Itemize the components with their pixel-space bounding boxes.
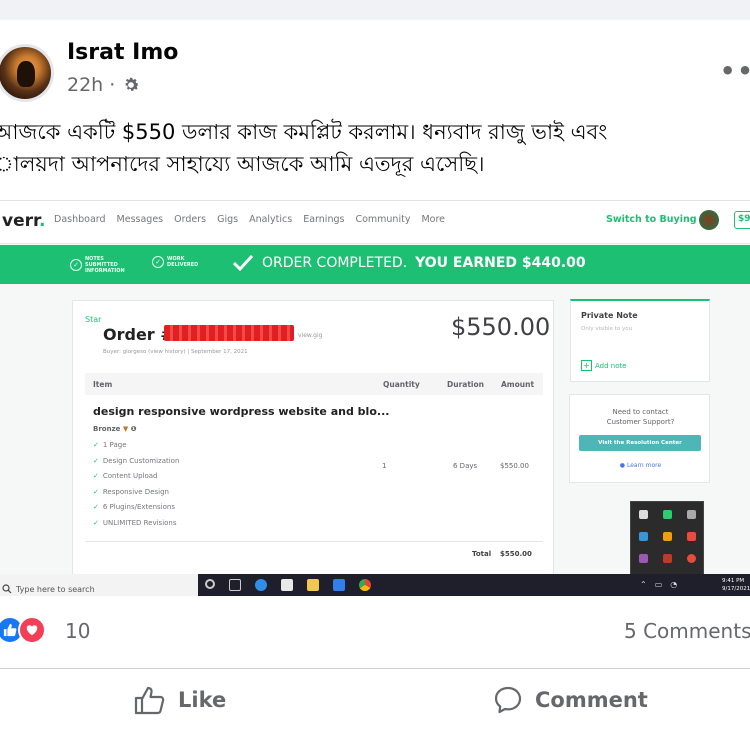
nav-link: Community	[355, 214, 411, 225]
balance-badge: $9	[734, 211, 750, 229]
note-subtitle: Only visible to you	[581, 326, 633, 332]
list-item: ✓ 6 Plugins/Extensions	[93, 503, 175, 512]
taskbar-clock: 9:41 PM 9/17/2021	[722, 578, 750, 592]
add-note-link: + Add note	[581, 360, 627, 371]
private-note-card: Private Note Only visible to you + Add no…	[570, 299, 710, 382]
comment-label: Comment	[535, 688, 648, 712]
mail-icon	[333, 579, 345, 591]
author-avatar[interactable]	[0, 44, 54, 102]
check-circle-icon: ✓	[70, 259, 82, 271]
nav-link: Dashboard	[54, 214, 106, 225]
post-meta: 22h ·	[67, 74, 141, 96]
windows-taskbar: Type here to search ⌃ ▭ ◔ 9:41 PM 9/17/202…	[0, 574, 750, 596]
fiverr-logo: verr.	[2, 211, 46, 231]
nav-link: Messages	[116, 214, 164, 225]
order-completed-banner: ✓ NOTES SUBMITTED INFORMATION ✓ WORK DEL…	[0, 245, 750, 284]
feature-list: ✓ 1 Page ✓ Design Customization ✓ Content U…	[93, 441, 179, 535]
nav-link: More	[421, 214, 445, 225]
order-table-header: Item Quantity Duration Amount	[85, 373, 543, 395]
seller-avatar	[699, 210, 719, 230]
feed-top-band	[0, 0, 750, 20]
star-label: Star	[85, 315, 102, 324]
banner-step-1: ✓ NOTES SUBMITTED INFORMATION	[70, 256, 135, 274]
system-tray-popup	[630, 501, 704, 575]
fiverr-navbar: verr. Dashboard Messages Orders Gigs Ana…	[0, 201, 750, 244]
quantity-cell: 1	[382, 462, 387, 470]
store-icon	[281, 579, 293, 591]
list-item: ✓ Responsive Design	[93, 487, 169, 496]
author-name[interactable]: Israt Imo	[67, 40, 178, 65]
post-image-screenshot[interactable]: verr. Dashboard Messages Orders Gigs Ana…	[0, 200, 750, 596]
total-label: Total	[472, 550, 492, 558]
support-text: Need to contact Customer Support?	[606, 408, 675, 426]
nav-link: Earnings	[303, 214, 345, 225]
banner-step-2: ✓ WORK DELIVERED	[152, 256, 207, 268]
more-options-button[interactable]: •••	[720, 57, 750, 85]
edge-icon	[255, 579, 267, 591]
list-item: ✓ 1 Page	[93, 441, 127, 449]
post-text: আজকে একটি $550 ডলার কাজ কমপ্লিট করলাম। ধ…	[0, 116, 750, 180]
reaction-icons[interactable]	[0, 616, 46, 644]
like-label: Like	[178, 688, 227, 712]
task-view-icon	[229, 579, 241, 591]
comments-count-link[interactable]: 5 Comments	[624, 619, 750, 643]
folder-icon	[307, 579, 319, 591]
comment-button[interactable]: Comment	[493, 685, 648, 715]
total-value: $550.00	[500, 550, 532, 558]
checkmark-icon	[232, 254, 254, 272]
nav-link: Analytics	[249, 214, 293, 225]
nav-link: Gigs	[217, 214, 239, 225]
cortana-icon	[205, 579, 215, 589]
list-item: ✓ UNLIMITED Revisions	[93, 518, 177, 527]
view-gig-link: view.gig	[298, 332, 323, 339]
chrome-icon	[359, 579, 371, 591]
search-icon	[2, 584, 12, 594]
post-text-line-2: ালয়দা আপনাদের সাহায্যে আজকে আমি এতদূর এ…	[0, 152, 485, 176]
taskbar-search: Type here to search	[0, 574, 198, 596]
reaction-count[interactable]: 10	[65, 619, 90, 643]
banner-main-text: ORDER COMPLETED. YOU EARNED $440.00	[232, 254, 586, 272]
redacted-order-id	[164, 325, 294, 341]
taskbar-apps	[205, 579, 371, 591]
gig-title: design responsive wordpress website and …	[93, 405, 390, 418]
plus-icon: +	[581, 360, 592, 371]
thumbs-up-icon	[134, 686, 165, 715]
love-reaction-icon	[18, 616, 46, 644]
check-circle-icon: ✓	[152, 256, 164, 268]
gear-icon[interactable]	[121, 75, 141, 95]
list-item: ✓ Content Upload	[93, 472, 158, 481]
resolution-center-button: Visit the Resolution Center	[579, 435, 701, 451]
learn-more-link: ● Learn more	[619, 462, 662, 469]
divider	[0, 668, 750, 669]
divider	[85, 541, 543, 542]
support-card: Need to contact Customer Support? Visit …	[569, 394, 710, 483]
fiverr-nav-links: Dashboard Messages Orders Gigs Analytics…	[54, 214, 445, 225]
package-name: Bronze ▼ ❶	[93, 425, 137, 433]
comment-bubble-icon	[494, 686, 522, 714]
amount-cell: $550.00	[500, 462, 529, 470]
buyer-info: Buyer: glorgeso (view history) | Septemb…	[103, 349, 248, 355]
post-time[interactable]: 22h	[67, 74, 103, 96]
order-card: Star Order # view.gig Buyer: glorgeso (v…	[72, 300, 554, 596]
taskbar-tray: ⌃ ▭ ◔	[640, 580, 678, 589]
duration-cell: 6 Days	[453, 462, 478, 470]
list-item: ✓ Design Customization	[93, 456, 180, 465]
nav-link: Orders	[174, 214, 207, 225]
note-title: Private Note	[581, 311, 638, 320]
post-text-line-1: আজকে একটি $550 ডলার কাজ কমপ্লিট করলাম। ধ…	[0, 120, 608, 144]
switch-to-buying-link: Switch to Buying	[606, 214, 697, 225]
order-price: $550.00	[451, 313, 551, 341]
like-button[interactable]: Like	[134, 685, 226, 715]
